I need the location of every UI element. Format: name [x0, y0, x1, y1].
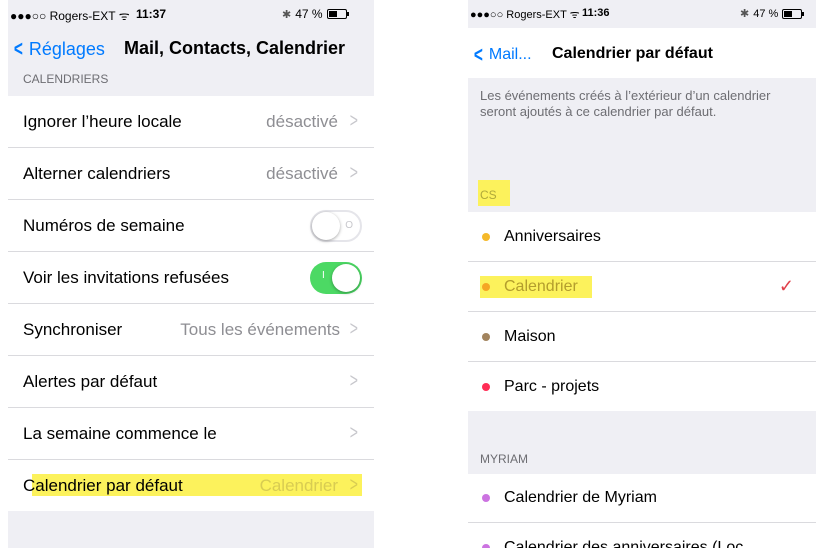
- back-button[interactable]: < Réglages: [12, 36, 105, 62]
- section-header-myriam: MYRIAM: [480, 452, 528, 466]
- toggle-on-glyph: I: [322, 269, 325, 281]
- calendar-color-dot: [482, 494, 490, 502]
- row-label: Calendrier par défaut: [23, 475, 183, 495]
- default-calendar-screen: ●●●○○ Rogers-EXT ᯤ 11:36 ✱ 47 % < Mail..…: [468, 0, 816, 548]
- battery-icon: [326, 9, 349, 19]
- page-title: Calendrier par défaut: [552, 45, 713, 62]
- bluetooth-icon: ✱: [740, 8, 750, 20]
- calendar-color-dot: [482, 282, 490, 291]
- battery-fill: [328, 11, 337, 17]
- calendar-row[interactable]: Calendrier de Myriam: [468, 474, 816, 523]
- chevron-left-icon: <: [13, 36, 23, 61]
- status-time: 11:37: [136, 7, 167, 21]
- calendar-label: Anniversaires: [504, 227, 601, 245]
- settings-screen-mail-contacts-calendar: ●●●○○ Rogers-EXT ᯤ 11:37 ✱ 47 % < Réglag…: [8, 0, 374, 548]
- calendar-row[interactable]: Parc - projets: [468, 362, 816, 411]
- page-title: Mail, Contacts, Calendrier: [124, 38, 346, 58]
- bluetooth-icon: ✱: [282, 8, 292, 21]
- toggle-off-glyph: O: [345, 219, 353, 231]
- row-label: Synchroniser: [23, 319, 123, 339]
- carrier-signal: ●●●○○ Rogers-EXT ᯤ: [470, 9, 580, 21]
- back-button[interactable]: < Mail...: [472, 42, 532, 68]
- battery-indicator: ✱ 47 %: [740, 7, 805, 20]
- row-value: désactivé: [266, 111, 338, 131]
- row-label: Numéros de semaine: [23, 215, 185, 235]
- row-label: Alterner calendriers: [23, 163, 171, 183]
- calendar-row[interactable]: Calendrier des anniversaires (Loc: [468, 523, 816, 548]
- status-bar: ●●●○○ Rogers-EXT ᯤ 11:36 ✱ 47 %: [468, 0, 816, 28]
- row-default-calendar[interactable]: Calendrier par défaut Calendrier >: [8, 460, 374, 511]
- row-value: désactivé: [266, 163, 338, 183]
- carrier-signal: ●●●○○ Rogers-EXT ᯤ: [10, 9, 130, 23]
- back-label: Réglages: [28, 38, 105, 59]
- battery-percent: 47 %: [753, 7, 779, 20]
- section-header-cs: CS: [480, 188, 497, 202]
- row-ignore-local-time[interactable]: Ignorer l’heure locale désactivé >: [8, 96, 374, 148]
- row-default-alerts[interactable]: Alertes par défaut >: [8, 356, 374, 408]
- row-value: Calendrier: [259, 475, 338, 495]
- chevron-left-icon: <: [473, 42, 483, 67]
- show-declined-toggle[interactable]: I: [310, 261, 362, 294]
- row-value: Tous les événements: [180, 319, 340, 339]
- calendar-color-dot: [482, 382, 490, 391]
- row-label: Voir les invitations refusées: [23, 267, 229, 287]
- row-alternate-calendars[interactable]: Alterner calendriers désactivé >: [8, 148, 374, 200]
- battery-fill: [784, 10, 793, 17]
- battery-icon: [782, 8, 805, 19]
- row-label: La semaine commence le: [23, 423, 217, 443]
- calendar-label: Calendrier: [504, 277, 578, 295]
- calendar-row[interactable]: Maison: [468, 312, 816, 362]
- calendar-color-dot: [482, 232, 490, 241]
- chevron-right-icon: >: [350, 162, 359, 184]
- row-label: Alertes par défaut: [23, 371, 158, 391]
- calendar-row[interactable]: Anniversaires: [468, 212, 816, 262]
- calendar-label: Maison: [504, 327, 556, 345]
- battery-percent: 47 %: [295, 7, 323, 21]
- calendar-label: Parc - projets: [504, 377, 600, 395]
- battery-indicator: ✱ 47 %: [282, 7, 349, 21]
- chevron-right-icon: >: [350, 370, 359, 392]
- status-time: 11:36: [582, 7, 610, 19]
- chevron-right-icon: >: [350, 474, 359, 496]
- calendar-label: Calendrier de Myriam: [504, 489, 657, 506]
- row-week-numbers: Numéros de semaine O: [8, 200, 374, 252]
- calendar-color-dot: [482, 332, 490, 341]
- settings-group: Ignorer l’heure locale désactivé > Alter…: [8, 96, 374, 511]
- week-numbers-toggle[interactable]: O: [310, 209, 362, 242]
- calendar-label: Calendrier des anniversaires (Loc: [504, 539, 744, 548]
- calendar-row-selected[interactable]: Calendrier ✓: [468, 262, 816, 312]
- section-header: CALENDRIERS: [23, 72, 109, 86]
- status-bar: ●●●○○ Rogers-EXT ᯤ 11:37 ✱ 47 %: [8, 0, 374, 28]
- calendar-color-dot: [482, 544, 490, 548]
- chevron-right-icon: >: [350, 422, 359, 444]
- back-label: Mail...: [488, 46, 532, 63]
- row-week-starts[interactable]: La semaine commence le >: [8, 408, 374, 460]
- toggle-knob: [332, 263, 360, 292]
- calendar-list-myriam: Calendrier de Myriam Calendrier des anni…: [468, 474, 816, 548]
- toggle-knob: [312, 211, 340, 240]
- row-sync[interactable]: Synchroniser Tous les événements >: [8, 304, 374, 356]
- navigation-bar: < Réglages Mail, Contacts, Calendrier: [8, 28, 374, 70]
- chevron-right-icon: >: [350, 318, 359, 340]
- chevron-right-icon: >: [350, 110, 359, 132]
- description-text: Les événements créés à l’extérieur d’un …: [480, 88, 771, 119]
- row-show-declined: Voir les invitations refusées I: [8, 252, 374, 304]
- row-label: Ignorer l’heure locale: [23, 111, 182, 131]
- navigation-bar: < Mail... Calendrier par défaut: [468, 28, 816, 78]
- checkmark-icon: ✓: [778, 276, 794, 296]
- calendar-list-cs: Anniversaires Calendrier ✓ Maison Parc -…: [468, 212, 816, 411]
